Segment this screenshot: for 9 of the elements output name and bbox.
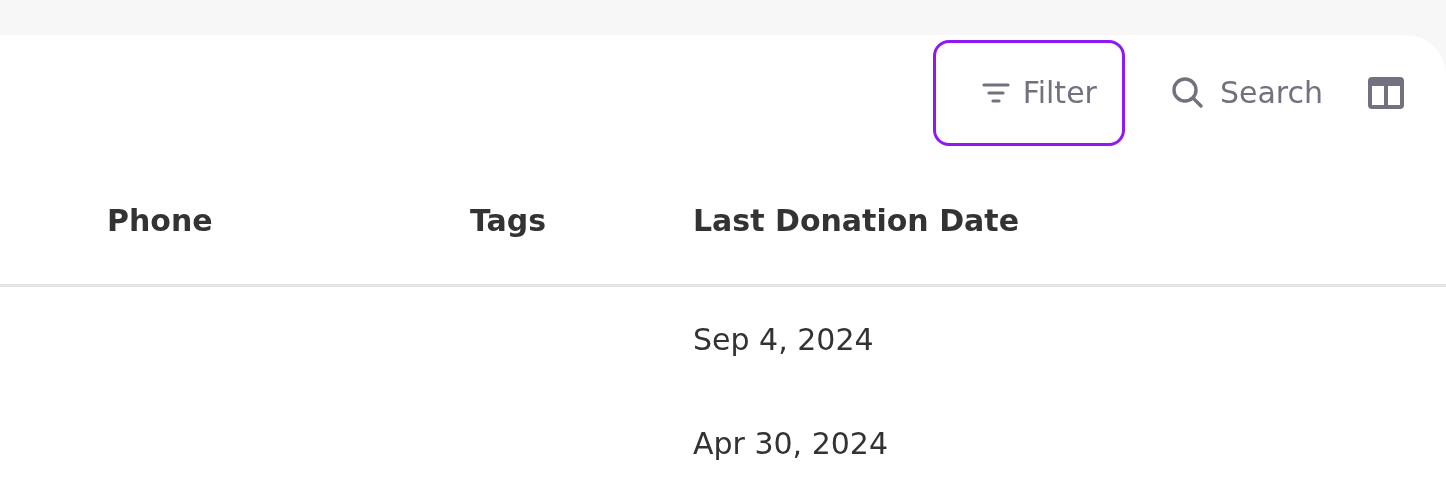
table-cell-text: Sep 4, 2024 xyxy=(693,321,875,357)
columns-icon xyxy=(1366,74,1406,111)
table-cell-text: Apr 30, 2024 xyxy=(693,425,890,461)
column-header[interactable]: Last Donation Date xyxy=(693,202,1446,238)
filter-button[interactable]: Filter xyxy=(932,39,1125,146)
column-header[interactable]: Phone xyxy=(107,202,470,238)
search-button[interactable]: Search xyxy=(1144,39,1346,146)
column-header[interactable]: Tags xyxy=(470,202,693,238)
columns-button[interactable] xyxy=(1366,74,1406,111)
